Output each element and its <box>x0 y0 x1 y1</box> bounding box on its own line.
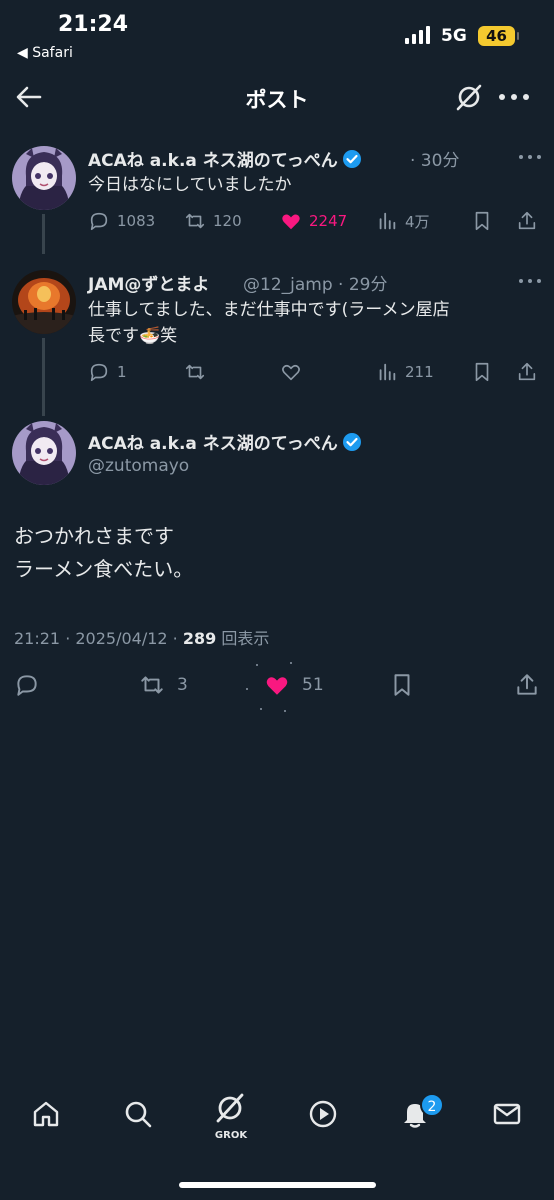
reply-icon <box>90 363 108 382</box>
search-icon <box>125 1101 152 1128</box>
like-sparkle <box>256 664 258 666</box>
avatar[interactable] <box>12 421 76 485</box>
views-button[interactable]: 211 <box>376 361 434 383</box>
nav-search[interactable] <box>120 1096 156 1132</box>
heart-filled-icon <box>282 214 300 230</box>
like-button[interactable] <box>280 361 302 383</box>
mail-icon <box>493 1103 521 1125</box>
more-options-icon[interactable] <box>497 82 531 112</box>
status-bar: 21:24 ◀ Safari 5G 46 <box>0 0 554 70</box>
repost-count: 120 <box>213 212 242 230</box>
reply-count: 1083 <box>117 212 156 230</box>
bookmark-icon <box>394 674 410 696</box>
like-sparkle <box>284 710 286 712</box>
views-button[interactable]: 4万 <box>376 210 430 232</box>
grok-icon[interactable] <box>454 82 484 112</box>
back-to-safari-link[interactable]: ◀ Safari <box>17 45 73 61</box>
nav-messages[interactable] <box>489 1096 525 1132</box>
repost-icon <box>141 676 163 694</box>
tweet-author[interactable]: ACAね a.k.a ネス湖のてっぺん <box>88 146 362 171</box>
avatar[interactable] <box>12 270 76 334</box>
thread-line <box>42 214 45 254</box>
views-icon <box>379 363 396 381</box>
battery-icon: 46 <box>478 26 519 46</box>
heart-outline-icon <box>282 364 300 381</box>
reply-button[interactable]: 1083 <box>88 210 155 232</box>
tweet-more-icon[interactable] <box>518 152 542 162</box>
bookmark-button[interactable] <box>389 672 415 698</box>
post-info: 21:21 · 2025/04/12 · 289 回表示 <box>14 625 269 649</box>
display-name[interactable]: ACAね a.k.a ネス湖のてっぺん <box>88 151 338 171</box>
like-button[interactable]: 51 <box>264 672 324 698</box>
tweet-text-line-1: 仕事してました、まだ仕事中です(ラーメン屋店 <box>88 300 450 320</box>
tweet-time: · 30分 <box>410 151 460 171</box>
view-label: 回表示 <box>216 629 270 648</box>
grok-label: GROK <box>214 1130 248 1141</box>
play-icon <box>309 1100 337 1128</box>
bookmark-button[interactable] <box>471 361 493 383</box>
bookmark-icon <box>475 362 489 382</box>
post-author[interactable]: ACAね a.k.a ネス湖のてっぺん <box>88 429 362 454</box>
tweet-author[interactable]: JAM@ずとまよ <box>88 270 209 295</box>
repost-icon <box>185 364 205 380</box>
share-button[interactable] <box>514 672 540 698</box>
post-text: おつかれさまです ラーメン食べたい。 <box>14 520 193 586</box>
status-time: 21:24 <box>58 12 129 37</box>
repost-count: 3 <box>177 675 188 695</box>
avatar[interactable] <box>12 146 76 210</box>
nav-video[interactable] <box>305 1096 341 1132</box>
like-count: 2247 <box>309 212 348 230</box>
share-icon <box>518 211 536 230</box>
post-handle[interactable]: @zutomayo <box>88 456 189 476</box>
share-button[interactable] <box>516 361 538 383</box>
views-count: 211 <box>405 363 434 381</box>
views-count: 4万 <box>405 212 430 231</box>
tweet-text-line-2: 長です🍜笑 <box>88 326 178 346</box>
post-text-line-2: ラーメン食べたい。 <box>14 557 194 581</box>
reply-button[interactable] <box>14 672 40 698</box>
share-icon <box>518 362 536 381</box>
bookmark-icon <box>475 211 489 231</box>
reply-count: 1 <box>117 363 127 381</box>
reply-icon <box>90 212 108 231</box>
like-button[interactable]: 2247 <box>280 210 347 232</box>
notification-badge: 2 <box>420 1093 444 1117</box>
top-bar: ポスト <box>0 75 554 120</box>
tweet-handle-time: @12_jamp · 29分 <box>243 275 388 295</box>
like-sparkle <box>246 688 248 690</box>
reply-button[interactable]: 1 <box>88 361 127 383</box>
tweet-text: 今日はなにしていましたか <box>88 175 292 195</box>
share-icon <box>517 674 537 695</box>
signal-icon <box>405 26 430 44</box>
grok-icon <box>216 1093 244 1123</box>
tweet-more-icon[interactable] <box>518 276 542 286</box>
repost-button[interactable]: 3 <box>139 672 188 698</box>
bookmark-button[interactable] <box>471 210 493 232</box>
post-text-line-1: おつかれさまです <box>14 524 174 548</box>
nav-grok[interactable] <box>212 1090 248 1126</box>
view-count: 289 <box>182 629 217 648</box>
verified-badge-icon <box>342 433 361 451</box>
home-indicator <box>179 1182 376 1188</box>
views-icon <box>379 212 396 230</box>
post-timestamp: 21:21 · 2025/04/12 · <box>14 629 183 648</box>
thread-line <box>42 338 45 416</box>
share-button[interactable] <box>516 210 538 232</box>
like-sparkle <box>290 662 292 664</box>
like-count: 51 <box>302 675 324 695</box>
display-name[interactable]: ACAね a.k.a ネス湖のてっぺん <box>88 434 338 454</box>
repost-button[interactable]: 120 <box>184 210 242 232</box>
heart-filled-icon <box>266 677 288 695</box>
home-icon <box>33 1101 59 1127</box>
nav-home[interactable] <box>28 1096 64 1132</box>
repost-button[interactable] <box>184 361 206 383</box>
network-type: 5G <box>441 26 467 46</box>
repost-icon <box>185 213 205 229</box>
bottom-nav: GROK 2 <box>0 1080 554 1155</box>
reply-icon <box>17 675 37 696</box>
verified-badge-icon <box>342 150 361 168</box>
like-sparkle <box>260 708 262 710</box>
